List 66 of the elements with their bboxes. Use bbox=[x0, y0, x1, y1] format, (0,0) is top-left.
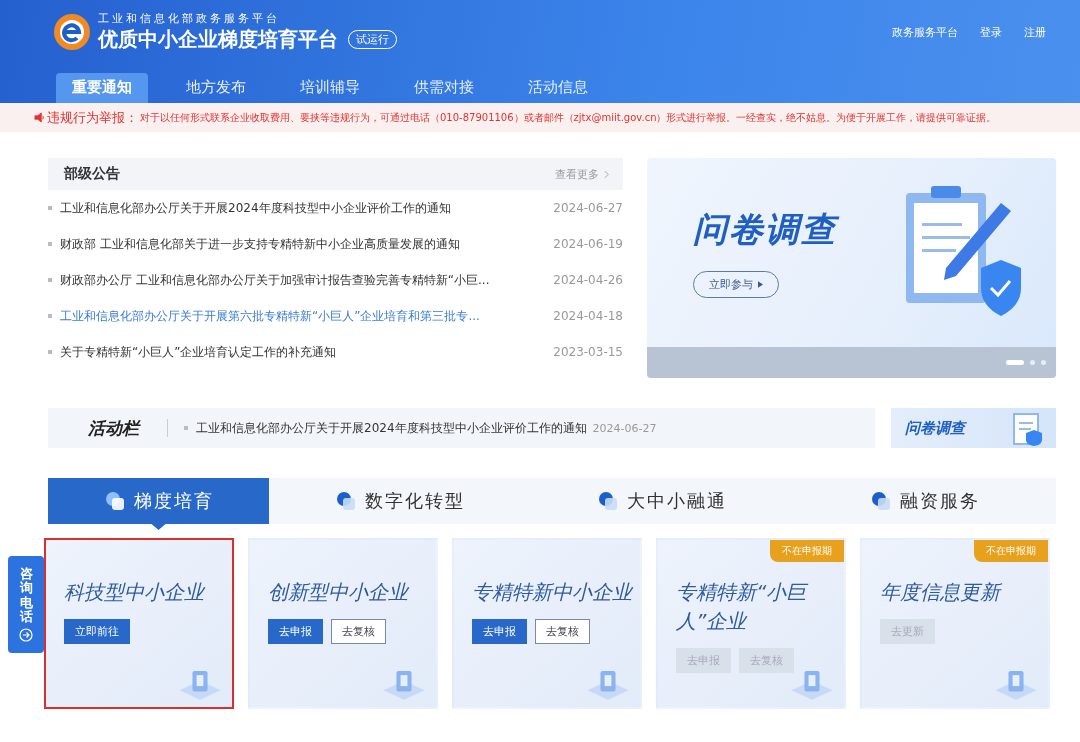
announcement-date: 2024-04-26 bbox=[553, 273, 623, 287]
card-button[interactable]: 去复核 bbox=[331, 619, 386, 644]
speaker-icon bbox=[34, 112, 45, 123]
tab-icon bbox=[335, 490, 358, 512]
card-title: 专精特新中小企业 bbox=[472, 579, 634, 606]
tab-icon bbox=[869, 490, 892, 512]
card-title: 科技型中小企业 bbox=[64, 579, 207, 606]
service-tab[interactable]: 大中小融通 bbox=[531, 478, 794, 524]
carousel-dot[interactable] bbox=[1041, 360, 1046, 365]
section-title: 部级公告 bbox=[64, 165, 120, 183]
announcement-link[interactable]: 关于专精特新“小巨人”企业培育认定工作的补充通知 bbox=[60, 343, 337, 361]
bullet-icon bbox=[48, 242, 52, 246]
activity-date: 2024-06-27 bbox=[592, 421, 657, 435]
nav-tab[interactable]: 供需对接 bbox=[398, 73, 490, 103]
carousel-dot[interactable] bbox=[1030, 360, 1035, 365]
card-title: 年度信息更新 bbox=[880, 579, 1003, 606]
announcement-link[interactable]: 工业和信息化部办公厅关于开展2024年度科技型中小企业评价工作的通知 bbox=[60, 199, 451, 217]
nav-tab[interactable]: 活动信息 bbox=[512, 73, 604, 103]
service-tab[interactable]: 数字化转型 bbox=[269, 478, 532, 524]
survey-side-banner[interactable]: 问卷调查 bbox=[891, 408, 1056, 448]
nav-tab[interactable]: 重要通知 bbox=[56, 73, 148, 103]
service-tab[interactable]: 融资服务 bbox=[793, 478, 1056, 524]
bullet-icon bbox=[48, 350, 52, 354]
org-name: 工业和信息化部政务服务平台 bbox=[98, 11, 281, 26]
nav-tab[interactable]: 培训辅导 bbox=[284, 73, 376, 103]
announcement-date: 2023-03-15 bbox=[553, 345, 623, 359]
notice-label: 违规行为举报： bbox=[47, 108, 138, 127]
card-title: 专精特新“小巨人”企业 bbox=[676, 579, 810, 635]
consult-phone-button[interactable]: 咨询电话 bbox=[8, 556, 44, 653]
tab-icon bbox=[597, 490, 620, 512]
play-icon bbox=[758, 281, 763, 288]
status-badge: 不在申报期 bbox=[974, 540, 1048, 562]
survey-banner[interactable]: 问卷调查 立即参与 bbox=[647, 158, 1056, 378]
card-title: 创新型中小企业 bbox=[268, 579, 411, 606]
service-tab[interactable]: 梯度培育 bbox=[48, 478, 269, 530]
announcement-link[interactable]: 财政部 工业和信息化部关于进一步支持专精特新中小企业高质量发展的通知 bbox=[60, 235, 460, 253]
bullet-icon bbox=[48, 278, 52, 282]
card-button[interactable]: 去申报 bbox=[472, 619, 527, 644]
announcement-date: 2024-06-19 bbox=[553, 237, 623, 251]
card-button[interactable]: 去申报 bbox=[268, 619, 323, 644]
announcement-date: 2024-04-18 bbox=[553, 309, 623, 323]
service-card[interactable]: 专精特新中小企业 去申报 去复核 bbox=[452, 538, 642, 709]
side-banner-title: 问卷调查 bbox=[905, 418, 965, 438]
bullet-icon bbox=[48, 206, 52, 210]
header-link[interactable]: 政务服务平台 bbox=[892, 24, 958, 40]
announcement-link[interactable]: 工业和信息化部办公厅关于开展第六批专精特新“小巨人”企业培育和第三批专... bbox=[60, 307, 480, 325]
card-button[interactable]: 去复核 bbox=[535, 619, 590, 644]
service-card[interactable]: 创新型中小企业 去申报 去复核 bbox=[248, 538, 438, 709]
logo-icon bbox=[52, 12, 92, 52]
site-title: 优质中小企业梯度培育平台 bbox=[98, 26, 338, 53]
header-link[interactable]: 注册 bbox=[1024, 24, 1046, 40]
card-button[interactable]: 立即前往 bbox=[64, 619, 130, 644]
chevron-icon bbox=[604, 169, 609, 179]
bullet-icon bbox=[184, 426, 188, 430]
announcement-link[interactable]: 财政部办公厅 工业和信息化部办公厅关于加强审计报告查验完善专精特新“小巨... bbox=[60, 271, 490, 289]
more-link[interactable]: 查看更多 bbox=[555, 166, 609, 182]
activity-link[interactable]: 工业和信息化部办公厅关于开展2024年度科技型中小企业评价工作的通知 bbox=[196, 419, 587, 437]
notice-text: 对于以任何形式联系企业收取费用、要挟等违规行为，可通过电话（010-87901106）或者邮件（zjtx@miit.gov.cn）形式进行举报。一经查实，绝不姑息。为便于开展工作，请提供可靠证据。 bbox=[140, 110, 997, 125]
tab-icon bbox=[103, 490, 126, 512]
announcement-date: 2024-06-27 bbox=[553, 201, 623, 215]
status-badge: 不在申报期 bbox=[770, 540, 844, 562]
header-link[interactable]: 登录 bbox=[980, 24, 1002, 40]
nav-tab[interactable]: 地方发布 bbox=[170, 73, 262, 103]
bullet-icon bbox=[48, 314, 52, 318]
activity-title: 活动栏 bbox=[88, 416, 139, 440]
service-card[interactable]: 科技型中小企业 立即前往 bbox=[44, 538, 234, 709]
